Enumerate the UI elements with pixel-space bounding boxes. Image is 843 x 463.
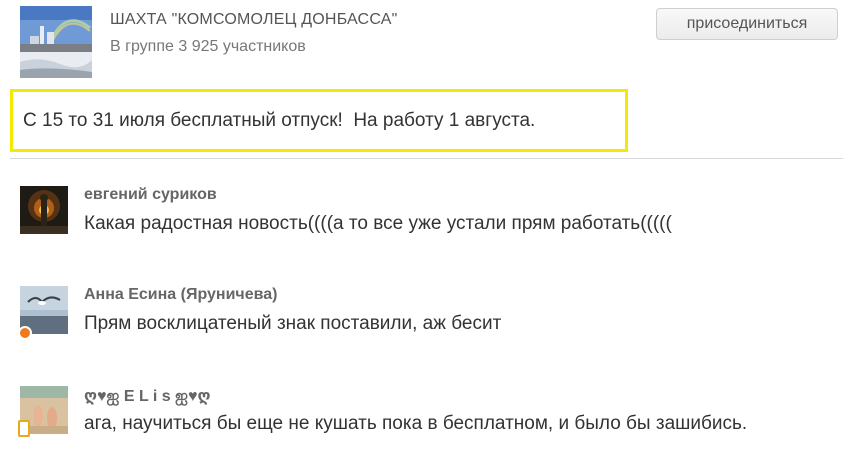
comment-text: Какая радостная новость((((а то все уже … [84, 213, 672, 234]
divider [10, 158, 843, 159]
group-header: ШАХТА "КОМСОМОЛЕЦ ДОНБАССА" В группе 3 9… [0, 0, 843, 90]
group-member-count: В группе 3 925 участников [110, 38, 306, 55]
group-avatar[interactable] [20, 6, 92, 78]
comment-avatar[interactable] [20, 186, 68, 234]
comment-item: ღ♥ஐ E L i s ஐ♥ღ ага, научиться бы еще не… [0, 386, 843, 446]
online-status-dot [18, 326, 32, 340]
comment-author[interactable]: евгений суриков [84, 186, 217, 204]
comment-text: Прям восклицатеный знак поставили, аж бе… [84, 313, 502, 334]
comment-item: евгений суриков Какая радостная новость(… [0, 186, 843, 246]
join-group-button[interactable]: присоединиться [656, 8, 838, 40]
post-text: С 15 то 31 июля бесплатный отпуск! На ра… [23, 110, 536, 131]
post-highlight-box: С 15 то 31 июля бесплатный отпуск! На ра… [10, 89, 628, 152]
comment-author[interactable]: Анна Есина (Яруничева) [84, 286, 277, 304]
fire-figure-avatar-icon [20, 186, 68, 234]
mine-landscape-image [20, 6, 92, 78]
mobile-phone-icon [18, 420, 30, 437]
comment-author[interactable]: ღ♥ஐ E L i s ஐ♥ღ [84, 386, 210, 407]
group-name[interactable]: ШАХТА "КОМСОМОЛЕЦ ДОНБАССА" [110, 11, 397, 29]
comment-item: Анна Есина (Яруничева) Прям восклицатены… [0, 286, 843, 346]
comment-text: ага, научиться бы еще не кушать пока в б… [84, 413, 748, 434]
